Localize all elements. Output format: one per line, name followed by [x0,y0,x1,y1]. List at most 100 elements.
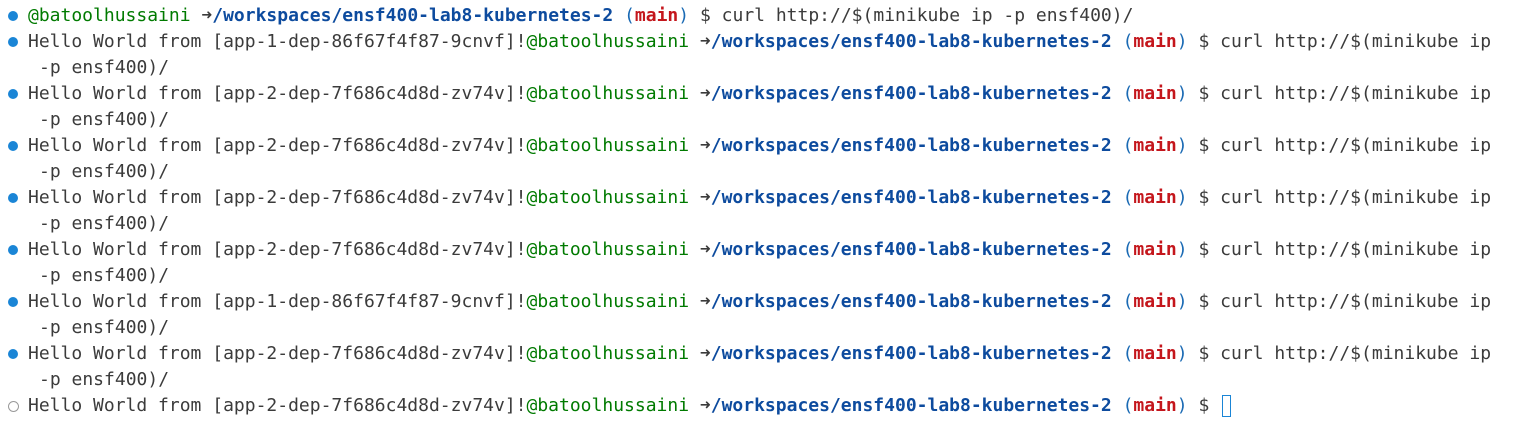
prompt-paren-open: ( [1122,395,1134,416]
prompt-user: @batoolhussaini [526,187,690,208]
command-success-decoration-icon[interactable] [8,37,18,47]
prompt-paren-close: ) [1176,291,1188,312]
terminal-line-wrapped: -p ensf400)/ [28,211,1532,237]
prompt-paren-open: ( [1122,239,1134,260]
prompt-symbol: $ [1198,395,1210,416]
prompt-paren-open: ( [1122,187,1134,208]
command-text-continued: -p ensf400)/ [39,317,170,338]
prompt-arrow-icon: ➜ [699,83,711,104]
prompt-path: /workspaces/ensf400-lab8-kubernetes-2 [710,291,1112,312]
command-success-decoration-icon[interactable] [8,11,18,21]
prompt-path: /workspaces/ensf400-lab8-kubernetes-2 [710,343,1112,364]
prompt-user: @batoolhussaini [526,135,690,156]
prompt-symbol: $ [699,5,711,26]
prompt-symbol: $ [1198,187,1210,208]
terminal-line: Hello World from [app-2-dep-7f686c4d8d-z… [28,185,1532,211]
terminal-entry: Hello World from [app-2-dep-7f686c4d8d-z… [0,237,1532,289]
prompt-user: @batoolhussaini [526,239,690,260]
terminal-line-wrapped: -p ensf400)/ [28,263,1532,289]
command-success-decoration-icon[interactable] [8,349,18,359]
command-text-continued: -p ensf400)/ [39,57,170,78]
command-output: Hello World from [app-2-dep-7f686c4d8d-z… [28,239,527,260]
terminal-line-wrapped: -p ensf400)/ [28,159,1532,185]
prompt-paren-close: ) [1176,395,1188,416]
prompt-paren-close: ) [1176,135,1188,156]
prompt-arrow-icon: ➜ [699,395,711,416]
prompt-arrow-icon: ➜ [699,291,711,312]
prompt-path: /workspaces/ensf400-lab8-kubernetes-2 [710,135,1112,156]
terminal-line: Hello World from [app-2-dep-7f686c4d8d-z… [28,81,1532,107]
prompt-path: /workspaces/ensf400-lab8-kubernetes-2 [710,395,1112,416]
command-output: Hello World from [app-2-dep-7f686c4d8d-z… [28,395,527,416]
terminal-line: Hello World from [app-2-dep-7f686c4d8d-z… [28,237,1532,263]
terminal-line-wrapped: -p ensf400)/ [28,367,1532,393]
command-output: Hello World from [app-2-dep-7f686c4d8d-z… [28,343,527,364]
prompt-arrow-icon: ➜ [699,239,711,260]
prompt-branch: main [1133,343,1177,364]
terminal-line: @batoolhussaini ➜/workspaces/ensf400-lab… [28,3,1532,29]
command-text: curl http://$(minikube ip [1220,135,1492,156]
command-output: Hello World from [app-1-dep-86f67f4f87-9… [28,31,527,52]
command-success-decoration-icon[interactable] [8,141,18,151]
prompt-paren-close: ) [1176,343,1188,364]
command-text-continued: -p ensf400)/ [39,109,170,130]
terminal-line: Hello World from [app-1-dep-86f67f4f87-9… [28,29,1532,55]
prompt-path: /workspaces/ensf400-lab8-kubernetes-2 [710,83,1112,104]
prompt-branch: main [1133,135,1177,156]
prompt-paren-open: ( [1122,343,1134,364]
command-output: Hello World from [app-2-dep-7f686c4d8d-z… [28,83,527,104]
prompt-user: @batoolhussaini [526,31,690,52]
terminal-entry: Hello World from [app-2-dep-7f686c4d8d-z… [0,185,1532,237]
prompt-paren-close: ) [1176,31,1188,52]
command-success-decoration-icon[interactable] [8,297,18,307]
terminal-entry: Hello World from [app-2-dep-7f686c4d8d-z… [0,341,1532,393]
terminal-entry: Hello World from [app-2-dep-7f686c4d8d-z… [0,393,1532,419]
terminal-output[interactable]: @batoolhussaini ➜/workspaces/ensf400-lab… [0,3,1532,419]
terminal-entry: Hello World from [app-1-dep-86f67f4f87-9… [0,289,1532,341]
prompt-arrow-icon: ➜ [699,343,711,364]
prompt-paren-close: ) [678,5,690,26]
prompt-symbol: $ [1198,135,1210,156]
terminal-line: Hello World from [app-2-dep-7f686c4d8d-z… [28,341,1532,367]
prompt-symbol: $ [1198,239,1210,260]
command-success-decoration-icon[interactable] [8,245,18,255]
command-text-continued: -p ensf400)/ [39,369,170,390]
prompt-paren-open: ( [1122,135,1134,156]
prompt-branch: main [1133,239,1177,260]
prompt-user: @batoolhussaini [526,291,690,312]
command-success-decoration-icon[interactable] [8,193,18,203]
command-text-continued: -p ensf400)/ [39,265,170,286]
prompt-branch: main [634,5,679,26]
terminal-line-wrapped: -p ensf400)/ [28,55,1532,81]
prompt-paren-open: ( [1122,31,1134,52]
command-text: curl http://$(minikube ip [1220,343,1492,364]
prompt-path: /workspaces/ensf400-lab8-kubernetes-2 [710,31,1112,52]
prompt-paren-open: ( [624,5,635,26]
terminal-entry: Hello World from [app-2-dep-7f686c4d8d-z… [0,81,1532,133]
prompt-path: /workspaces/ensf400-lab8-kubernetes-2 [212,5,614,26]
prompt-arrow-icon: ➜ [699,31,711,52]
prompt-paren-close: ) [1176,187,1188,208]
command-text: curl http://$(minikube ip [1220,31,1492,52]
terminal-line-wrapped: -p ensf400)/ [28,315,1532,341]
command-output: Hello World from [app-1-dep-86f67f4f87-9… [28,291,527,312]
prompt-branch: main [1133,31,1177,52]
terminal-entry: Hello World from [app-2-dep-7f686c4d8d-z… [0,133,1532,185]
command-success-decoration-icon[interactable] [8,89,18,99]
prompt-user: @batoolhussaini [526,83,690,104]
prompt-paren-close: ) [1176,83,1188,104]
prompt-symbol: $ [1198,83,1210,104]
prompt-paren-open: ( [1122,83,1134,104]
terminal-cursor[interactable] [1222,395,1232,417]
prompt-arrow-icon: ➜ [699,187,711,208]
command-text-continued: -p ensf400)/ [39,213,170,234]
prompt-branch: main [1133,291,1177,312]
command-text: curl http://$(minikube ip [1220,291,1492,312]
command-pending-decoration-icon[interactable] [8,401,19,412]
terminal-line: Hello World from [app-2-dep-7f686c4d8d-z… [28,133,1532,159]
prompt-user: @batoolhussaini [526,395,690,416]
command-text: curl http://$(minikube ip [1220,83,1492,104]
prompt-branch: main [1133,395,1177,416]
prompt-path: /workspaces/ensf400-lab8-kubernetes-2 [710,239,1112,260]
prompt-user: @batoolhussaini [28,5,191,26]
